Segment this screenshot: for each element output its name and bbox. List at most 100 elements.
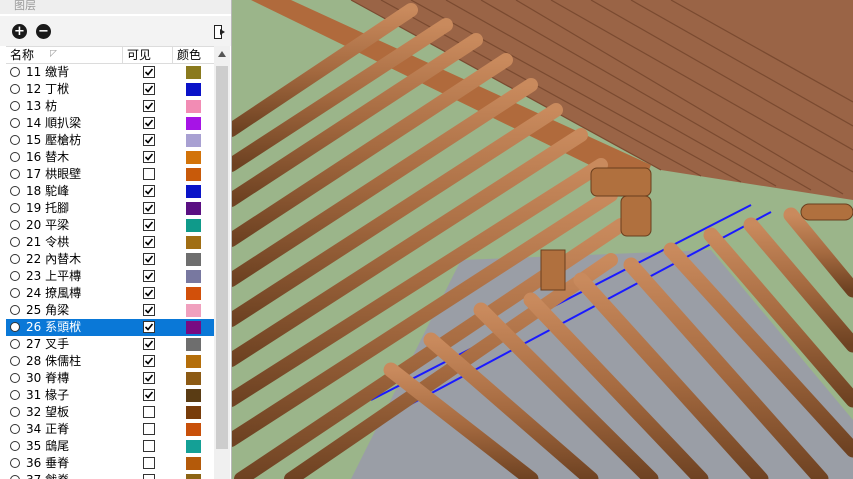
layer-visible-checkbox[interactable] xyxy=(143,338,155,350)
layer-row[interactable]: 31 椽子 xyxy=(6,387,214,404)
layer-color-swatch[interactable] xyxy=(186,474,201,479)
layer-color-swatch[interactable] xyxy=(186,151,201,164)
layer-color-swatch[interactable] xyxy=(186,457,201,470)
scrollbar-thumb[interactable] xyxy=(216,66,228,449)
active-layer-radio[interactable] xyxy=(10,118,20,128)
model-viewport[interactable] xyxy=(231,0,853,479)
layer-row[interactable]: 24 撩風槫 xyxy=(6,285,214,302)
active-layer-radio[interactable] xyxy=(10,101,20,111)
layer-visible-checkbox[interactable] xyxy=(143,423,155,435)
active-layer-radio[interactable] xyxy=(10,203,20,213)
layer-row[interactable]: 22 內替木 xyxy=(6,251,214,268)
layer-row[interactable]: 28 侏儒柱 xyxy=(6,353,214,370)
layer-visible-checkbox[interactable] xyxy=(143,457,155,469)
layer-visible-checkbox[interactable] xyxy=(143,219,155,231)
layer-row[interactable]: 13 枋 xyxy=(6,98,214,115)
layer-color-swatch[interactable] xyxy=(186,355,201,368)
active-layer-radio[interactable] xyxy=(10,339,20,349)
layer-color-swatch[interactable] xyxy=(186,270,201,283)
layer-visible-checkbox[interactable] xyxy=(143,406,155,418)
add-layer-button[interactable]: + xyxy=(12,24,27,39)
remove-layer-button[interactable]: − xyxy=(36,24,51,39)
active-layer-radio[interactable] xyxy=(10,441,20,451)
active-layer-radio[interactable] xyxy=(10,424,20,434)
layer-color-swatch[interactable] xyxy=(186,202,201,215)
layer-visible-checkbox[interactable] xyxy=(143,304,155,316)
layer-color-swatch[interactable] xyxy=(186,423,201,436)
layer-row[interactable]: 16 替木 xyxy=(6,149,214,166)
layer-visible-checkbox[interactable] xyxy=(143,253,155,265)
layer-color-swatch[interactable] xyxy=(186,389,201,402)
layer-visible-checkbox[interactable] xyxy=(143,185,155,197)
active-layer-radio[interactable] xyxy=(10,322,20,332)
layer-color-swatch[interactable] xyxy=(186,440,201,453)
active-layer-radio[interactable] xyxy=(10,237,20,247)
active-layer-radio[interactable] xyxy=(10,271,20,281)
layer-visible-checkbox[interactable] xyxy=(143,321,155,333)
layer-color-swatch[interactable] xyxy=(186,321,201,334)
active-layer-radio[interactable] xyxy=(10,152,20,162)
layer-color-swatch[interactable] xyxy=(186,66,201,79)
layer-row[interactable]: 26 系頭栿 xyxy=(6,319,214,336)
layer-color-swatch[interactable] xyxy=(186,185,201,198)
layer-row[interactable]: 17 栱眼壁 xyxy=(6,166,214,183)
layers-scrollbar[interactable] xyxy=(214,46,230,479)
layer-row[interactable]: 30 脊槫 xyxy=(6,370,214,387)
active-layer-radio[interactable] xyxy=(10,390,20,400)
active-layer-radio[interactable] xyxy=(10,254,20,264)
layer-row[interactable]: 35 鴟尾 xyxy=(6,438,214,455)
layer-visible-checkbox[interactable] xyxy=(143,117,155,129)
active-layer-radio[interactable] xyxy=(10,67,20,77)
layer-visible-checkbox[interactable] xyxy=(143,389,155,401)
layer-color-swatch[interactable] xyxy=(186,338,201,351)
active-layer-radio[interactable] xyxy=(10,458,20,468)
layer-row[interactable]: 23 上平槫 xyxy=(6,268,214,285)
column-header-color[interactable]: 颜色 xyxy=(173,47,214,63)
active-layer-radio[interactable] xyxy=(10,475,20,479)
active-layer-radio[interactable] xyxy=(10,356,20,366)
layer-visible-checkbox[interactable] xyxy=(143,287,155,299)
layer-visible-checkbox[interactable] xyxy=(143,474,155,479)
layer-color-swatch[interactable] xyxy=(186,372,201,385)
layer-color-swatch[interactable] xyxy=(186,219,201,232)
column-header-name[interactable]: 名称 ◸ xyxy=(6,47,123,63)
layer-visible-checkbox[interactable] xyxy=(143,134,155,146)
layer-row[interactable]: 32 望板 xyxy=(6,404,214,421)
layer-row[interactable]: 14 順扒梁 xyxy=(6,115,214,132)
layer-row[interactable]: 37 戧脊 xyxy=(6,472,214,479)
layer-row[interactable]: 18 駝峰 xyxy=(6,183,214,200)
layer-row[interactable]: 19 托腳 xyxy=(6,200,214,217)
layer-color-swatch[interactable] xyxy=(186,253,201,266)
column-header-visible[interactable]: 可见 xyxy=(123,47,173,63)
active-layer-radio[interactable] xyxy=(10,305,20,315)
layer-visible-checkbox[interactable] xyxy=(143,151,155,163)
layer-row[interactable]: 25 角梁 xyxy=(6,302,214,319)
layer-color-swatch[interactable] xyxy=(186,287,201,300)
layer-color-swatch[interactable] xyxy=(186,406,201,419)
scroll-up-icon[interactable] xyxy=(218,51,226,57)
layer-visible-checkbox[interactable] xyxy=(143,66,155,78)
layer-row[interactable]: 11 缴背 xyxy=(6,64,214,81)
layer-visible-checkbox[interactable] xyxy=(143,100,155,112)
layer-visible-checkbox[interactable] xyxy=(143,83,155,95)
layer-color-swatch[interactable] xyxy=(186,134,201,147)
layer-row[interactable]: 15 壓槍枋 xyxy=(6,132,214,149)
layer-color-swatch[interactable] xyxy=(186,236,201,249)
active-layer-radio[interactable] xyxy=(10,169,20,179)
layer-visible-checkbox[interactable] xyxy=(143,372,155,384)
active-layer-radio[interactable] xyxy=(10,220,20,230)
layer-visible-checkbox[interactable] xyxy=(143,236,155,248)
layer-color-swatch[interactable] xyxy=(186,304,201,317)
layer-color-swatch[interactable] xyxy=(186,100,201,113)
details-flyout-icon[interactable] xyxy=(214,24,225,39)
layer-visible-checkbox[interactable] xyxy=(143,355,155,367)
layer-color-swatch[interactable] xyxy=(186,117,201,130)
layer-visible-checkbox[interactable] xyxy=(143,270,155,282)
layer-visible-checkbox[interactable] xyxy=(143,440,155,452)
active-layer-radio[interactable] xyxy=(10,186,20,196)
active-layer-radio[interactable] xyxy=(10,407,20,417)
layer-row[interactable]: 36 垂脊 xyxy=(6,455,214,472)
active-layer-radio[interactable] xyxy=(10,84,20,94)
active-layer-radio[interactable] xyxy=(10,135,20,145)
layer-visible-checkbox[interactable] xyxy=(143,202,155,214)
